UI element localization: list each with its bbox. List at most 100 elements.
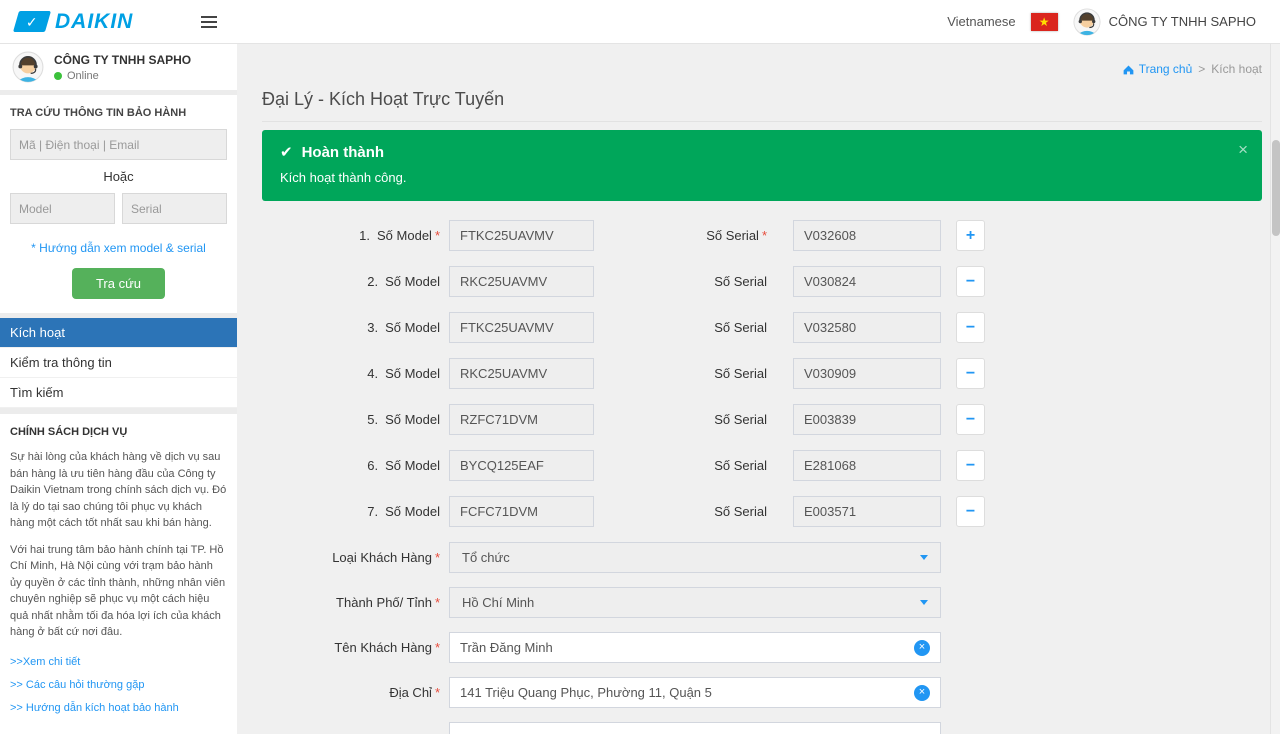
- online-status-dot: [54, 72, 62, 80]
- model-label: 5.Số Model: [262, 412, 440, 427]
- serial-label: Số Serial: [594, 320, 767, 335]
- model-serial-row: 2.Số Model Số Serial −: [262, 266, 1262, 297]
- address-row: Địa Chỉ* ×: [262, 677, 1262, 708]
- home-icon: [1122, 63, 1135, 76]
- topbar-user-menu[interactable]: CÔNG TY TNHH SAPHO: [1073, 8, 1256, 36]
- required-asterisk: *: [435, 228, 440, 243]
- policy-detail-link[interactable]: >>Xem chi tiết: [10, 651, 227, 674]
- daikin-logo-mark-icon: ✓: [13, 11, 51, 32]
- model-serial-row: 4.Số Model Số Serial −: [262, 358, 1262, 389]
- clear-field-icon[interactable]: ×: [914, 640, 930, 656]
- sidebar: CÔNG TY TNHH SAPHO Online TRA CỨU THÔNG …: [0, 44, 237, 734]
- policy-paragraph: Sự hài lòng của khách hàng về dịch vụ sa…: [10, 449, 227, 532]
- customer-type-select[interactable]: Tổ chức: [449, 542, 941, 573]
- serial-input[interactable]: [793, 358, 941, 389]
- warranty-lookup-panel: TRA CỨU THÔNG TIN BẢO HÀNH Hoặc * Hướng …: [0, 95, 237, 313]
- breadcrumb-separator: >: [1198, 62, 1205, 76]
- profile-name: CÔNG TY TNHH SAPHO: [54, 53, 191, 67]
- lookup-serial-input[interactable]: [122, 193, 227, 224]
- sidebar-item-activate[interactable]: Kích hoạt: [0, 318, 237, 348]
- required-asterisk: *: [435, 685, 440, 700]
- main-content: Trang chủ > Kích hoạt Đại Lý - Kích Hoạt…: [237, 44, 1270, 734]
- model-input[interactable]: [449, 404, 594, 435]
- model-input[interactable]: [449, 450, 594, 481]
- serial-input[interactable]: [793, 496, 941, 527]
- model-label: 1.Số Model*: [262, 228, 440, 243]
- model-input[interactable]: [449, 312, 594, 343]
- customer-name-row: Tên Khách Hàng* ×: [262, 632, 1262, 663]
- topbar: ✓ DAIKIN Vietnamese ★ CÔNG TY TNHH SAPHO: [0, 0, 1280, 44]
- customer-type-row: Loại Khách Hàng* Tổ chức: [262, 542, 1262, 573]
- model-input[interactable]: [449, 358, 594, 389]
- required-asterisk: *: [762, 228, 767, 243]
- policy-activation-guide-link[interactable]: >> Hướng dẫn kích hoạt bảo hành: [10, 697, 227, 720]
- language-selector[interactable]: Vietnamese: [947, 14, 1015, 29]
- serial-label: Số Serial: [594, 412, 767, 427]
- remove-row-button[interactable]: −: [956, 450, 985, 481]
- model-serial-guide-link[interactable]: * Hướng dẫn xem model & serial: [0, 241, 237, 255]
- add-row-button[interactable]: +: [956, 220, 985, 251]
- breadcrumb: Trang chủ > Kích hoạt: [262, 44, 1262, 77]
- profile-avatar-icon: [12, 51, 44, 83]
- partial-field-input[interactable]: [449, 722, 941, 734]
- vietnam-flag-icon[interactable]: ★: [1031, 13, 1058, 31]
- remove-row-button[interactable]: −: [956, 312, 985, 343]
- city-row: Thành Phố/ Tỉnh* Hồ Chí Minh: [262, 587, 1262, 618]
- serial-input[interactable]: [793, 220, 941, 251]
- model-serial-row: 6.Số Model Số Serial −: [262, 450, 1262, 481]
- policy-faq-link[interactable]: >> Các câu hỏi thường gặp: [10, 674, 227, 697]
- remove-row-button[interactable]: −: [956, 404, 985, 435]
- serial-input[interactable]: [793, 404, 941, 435]
- success-alert: ✔ Hoàn thành Kích hoạt thành công. ×: [262, 130, 1262, 201]
- serial-label: Số Serial: [594, 366, 767, 381]
- or-label: Hoặc: [0, 160, 237, 193]
- serial-input[interactable]: [793, 312, 941, 343]
- breadcrumb-home-link[interactable]: Trang chủ: [1122, 62, 1193, 76]
- alert-title: Hoàn thành: [302, 144, 385, 161]
- city-label: Thành Phố/ Tỉnh*: [262, 595, 440, 610]
- model-input[interactable]: [449, 220, 594, 251]
- lookup-code-input[interactable]: [10, 129, 227, 160]
- lookup-search-button[interactable]: Tra cứu: [72, 268, 165, 299]
- hamburger-menu-icon[interactable]: [195, 10, 223, 34]
- remove-row-button[interactable]: −: [956, 266, 985, 297]
- model-input[interactable]: [449, 266, 594, 297]
- daikin-logo[interactable]: ✓ DAIKIN: [0, 10, 133, 34]
- remove-row-button[interactable]: −: [956, 496, 985, 527]
- lookup-model-input[interactable]: [10, 193, 115, 224]
- scrollbar-thumb[interactable]: [1272, 140, 1280, 236]
- user-avatar-icon: [1073, 8, 1101, 36]
- required-asterisk: *: [435, 640, 440, 655]
- city-select[interactable]: Hồ Chí Minh: [449, 587, 941, 618]
- model-input[interactable]: [449, 496, 594, 527]
- model-label: 7.Số Model: [262, 504, 440, 519]
- model-serial-row: 1.Số Model* Số Serial* +: [262, 220, 1262, 251]
- scrollbar-track[interactable]: [1270, 44, 1280, 734]
- sidebar-item-find[interactable]: Tìm kiếm: [0, 378, 237, 408]
- model-serial-row: 3.Số Model Số Serial −: [262, 312, 1262, 343]
- service-policy-panel: CHÍNH SÁCH DỊCH VỤ Sự hài lòng của khách…: [0, 414, 237, 734]
- address-label: Địa Chỉ*: [262, 685, 440, 700]
- model-label: 6.Số Model: [262, 458, 440, 473]
- partial-field-row: [262, 722, 1262, 734]
- policy-heading: CHÍNH SÁCH DỊCH VỤ: [10, 426, 227, 438]
- address-input[interactable]: [460, 685, 914, 700]
- customer-name-input[interactable]: [460, 640, 914, 655]
- clear-field-icon[interactable]: ×: [914, 685, 930, 701]
- serial-input[interactable]: [793, 266, 941, 297]
- model-serial-row: 7.Số Model Số Serial −: [262, 496, 1262, 527]
- remove-row-button[interactable]: −: [956, 358, 985, 389]
- serial-label: Số Serial: [594, 458, 767, 473]
- sidebar-profile: CÔNG TY TNHH SAPHO Online: [0, 44, 237, 90]
- policy-paragraph: Với hai trung tâm bảo hành chính tại TP.…: [10, 542, 227, 641]
- close-icon[interactable]: ×: [1238, 141, 1248, 158]
- model-label: 3.Số Model: [262, 320, 440, 335]
- profile-status: Online: [54, 70, 191, 82]
- sidebar-item-check-info[interactable]: Kiểm tra thông tin: [0, 348, 237, 378]
- model-serial-row: 5.Số Model Số Serial −: [262, 404, 1262, 435]
- serial-label: Số Serial: [594, 504, 767, 519]
- serial-label: Số Serial: [594, 274, 767, 289]
- serial-input[interactable]: [793, 450, 941, 481]
- check-icon: ✔: [280, 143, 293, 161]
- topbar-user-name: CÔNG TY TNHH SAPHO: [1109, 14, 1256, 29]
